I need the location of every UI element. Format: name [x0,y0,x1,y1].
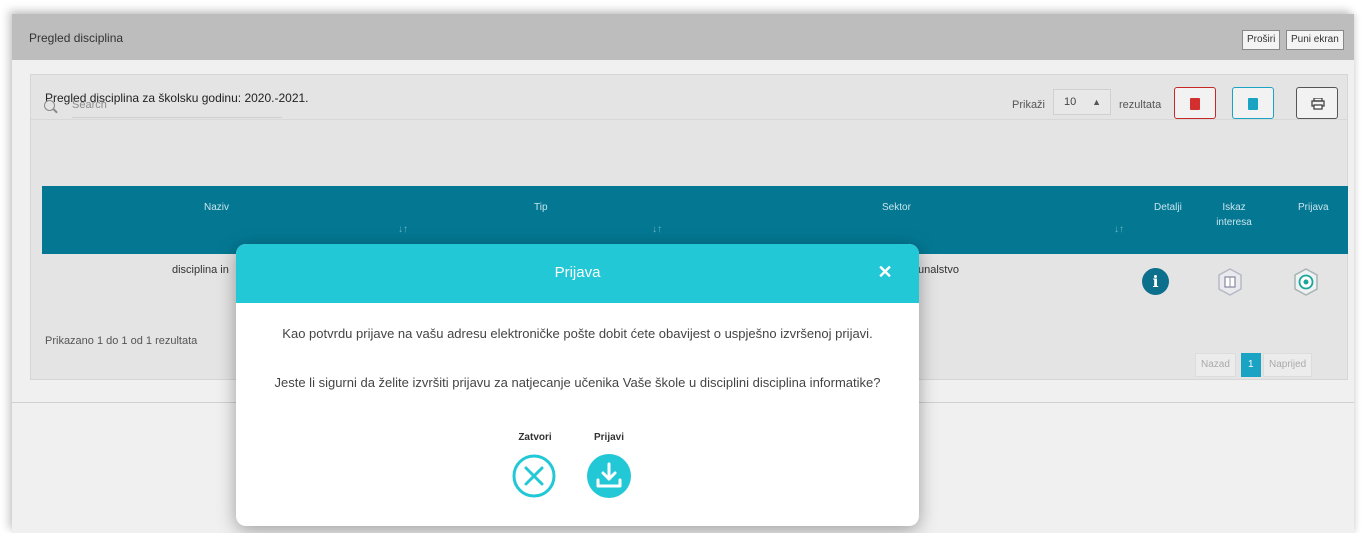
cell-sektor: unalstvo [918,264,959,276]
sort-icon[interactable]: ↓↑ [398,224,408,235]
results-summary: Prikazano 1 do 1 od 1 rezultata [45,335,198,347]
info-icon[interactable]: i [1142,268,1169,295]
pager-prev-button[interactable]: Nazad [1195,353,1236,377]
pdf-icon [1190,98,1200,110]
column-naziv[interactable]: Naziv [204,200,229,215]
sort-icon[interactable]: ↓↑ [1114,224,1124,235]
page-size-select[interactable]: 10 ▲︎ [1053,89,1111,115]
column-prijava: Prijava [1298,202,1329,213]
search-input[interactable] [72,92,282,118]
close-icon[interactable]: ✕ [876,263,894,281]
select-caret-icon: ▲︎ [1092,97,1101,107]
interest-book-icon[interactable] [1217,268,1243,296]
column-detalji: Detalji [1154,202,1182,213]
apply-modal: Prijava ✕ Kao potvrdu prijave na vašu ad… [236,244,919,526]
modal-title: Prijava [554,264,601,281]
close-action-label: Zatvori [518,432,552,443]
column-iskaz-interesa: Iskaz interesa [1216,202,1252,228]
export-excel-button[interactable] [1232,87,1274,119]
cell-naziv: disciplina in [172,264,229,276]
sort-icon[interactable]: ↓↑ [652,224,662,235]
expand-button[interactable]: Proširi [1242,30,1281,50]
fullscreen-button[interactable]: Puni ekran [1286,30,1344,50]
divider [31,119,1347,120]
pager-current-button[interactable]: 1 [1241,353,1261,377]
page-size-label: Prikaži [1012,99,1046,111]
search-icon [44,100,55,111]
modal-message-confirmation: Kao potvrdu prijave na vašu adresu elekt… [282,326,873,341]
print-button[interactable] [1296,87,1338,119]
page-size-suffix: rezultata [1119,99,1162,111]
panel-title: Pregled disciplina [29,31,124,45]
panel-header: Pregled disciplina Proširi Puni ekran [12,14,1354,60]
export-pdf-button[interactable] [1174,87,1216,119]
apply-badge-icon[interactable] [1293,268,1319,296]
pager-next-button[interactable]: Naprijed [1263,353,1313,377]
column-sektor[interactable]: Sektor [882,200,911,215]
download-icon[interactable] [586,453,632,499]
apply-action-label: Prijavi [593,432,625,443]
excel-icon [1248,98,1258,110]
modal-message-question: Jeste li sigurni da želite izvršiti prij… [274,375,881,390]
close-circle-icon[interactable] [511,453,557,499]
modal-header: Prijava ✕ [236,244,919,303]
page-size-value: 10 [1064,96,1077,108]
print-icon [1311,98,1325,110]
column-tip[interactable]: Tip [534,200,548,215]
